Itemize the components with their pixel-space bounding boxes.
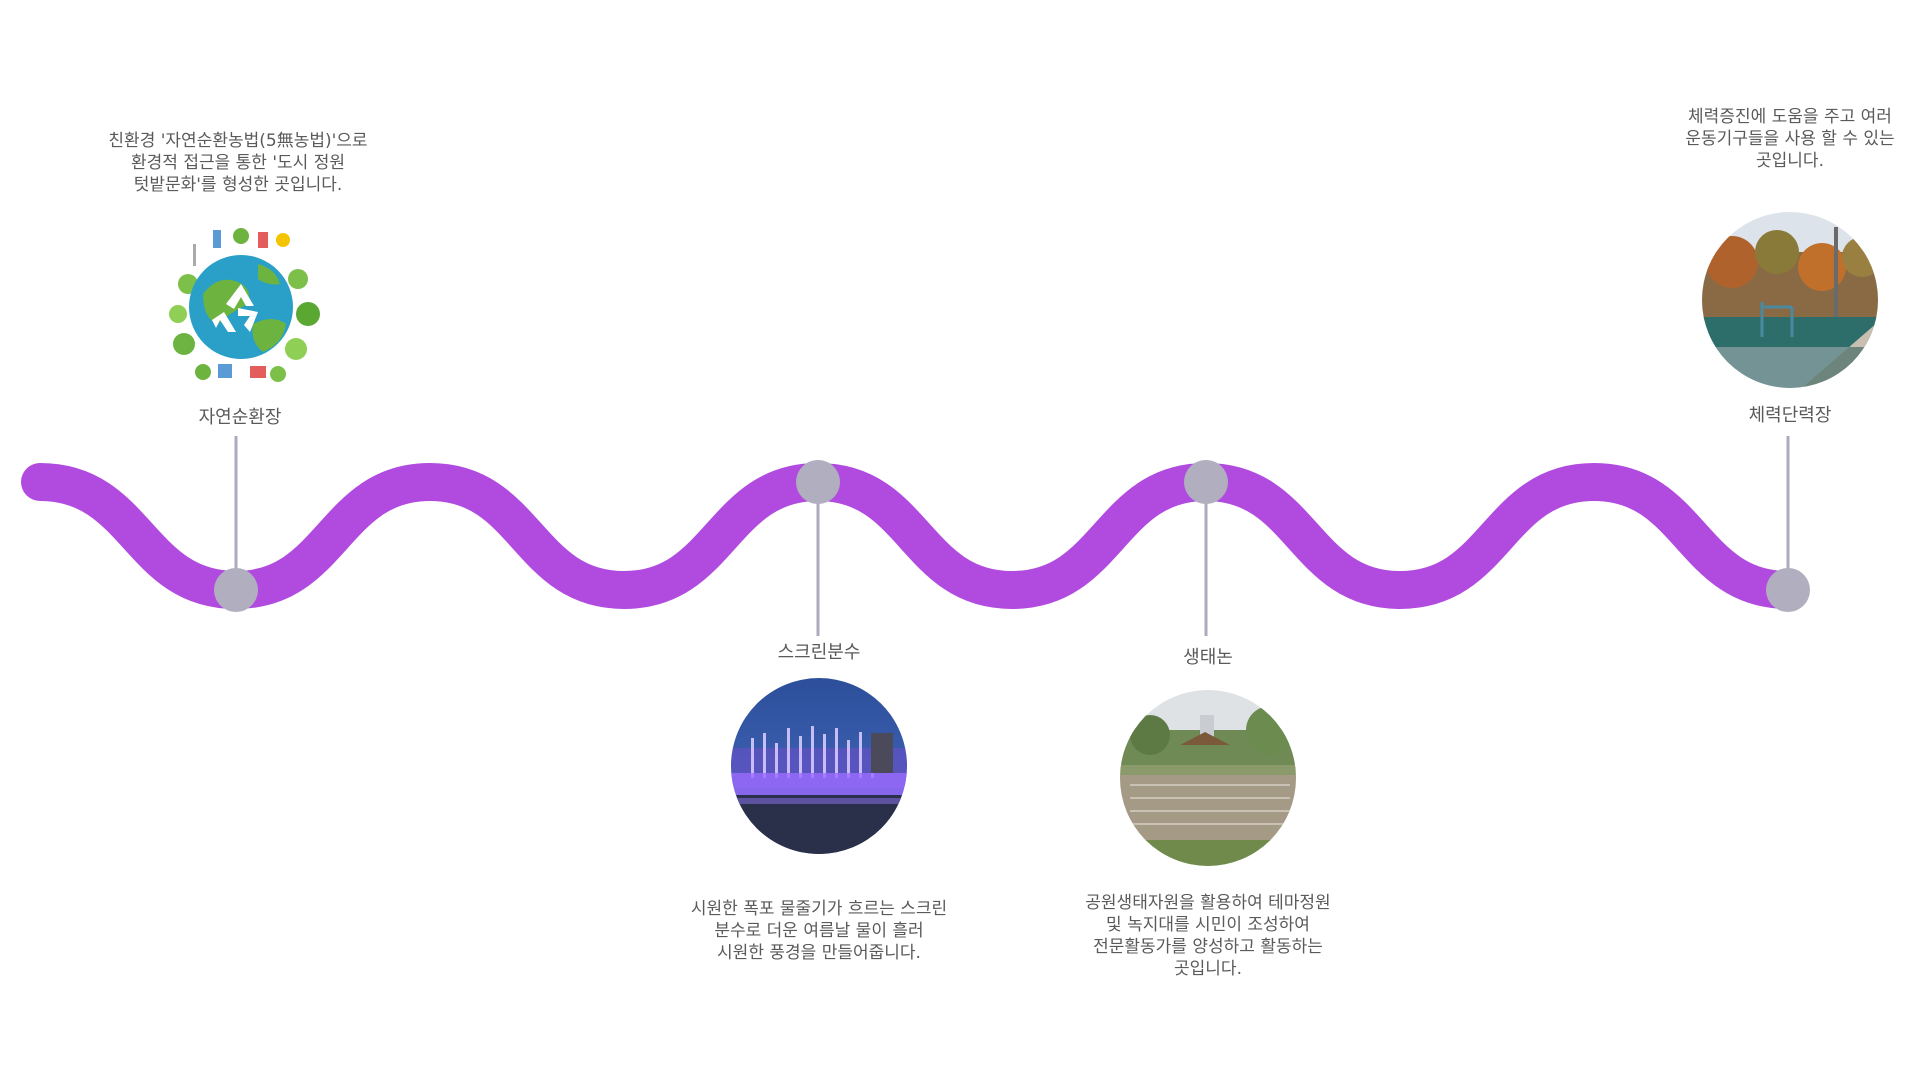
timeline-node-eco-paddy <box>1184 460 1228 504</box>
station-label-nature-cycle: 자연순환장 <box>198 407 282 428</box>
station-label-screen-fountain: 스크린분수 <box>777 642 861 663</box>
timeline-node-fitness <box>1766 568 1810 612</box>
station-label-fitness: 체력단력장 <box>1748 405 1832 426</box>
eco-earth-recycle-icon <box>158 224 324 390</box>
timeline-node-screen-fountain <box>796 460 840 504</box>
paddy-field-photo <box>1120 690 1296 866</box>
fitness-park-photo <box>1702 212 1878 388</box>
station-description-fitness: 체력증진에 도움을 주고 여러 운동기구들을 사용 할 수 있는 곳입니다. <box>1685 107 1895 171</box>
timeline-wave <box>21 462 1807 610</box>
station-description-eco-paddy: 공원생태자원을 활용하여 테마정원 및 녹지대를 시민이 조성하여 전문활동가를… <box>1085 893 1331 979</box>
station-label-eco-paddy: 생태논 <box>1183 647 1233 668</box>
timeline-node-nature-cycle <box>214 568 258 612</box>
station-description-nature-cycle: 친환경 '자연순환농법(5無농법)'으로 환경적 접근을 통한 '도시 정원 텃… <box>108 131 368 195</box>
fountain-photo <box>731 678 907 854</box>
station-description-screen-fountain: 시원한 폭포 물줄기가 흐르는 스크린 분수로 더운 여름날 물이 흘러 시원한… <box>690 899 948 963</box>
